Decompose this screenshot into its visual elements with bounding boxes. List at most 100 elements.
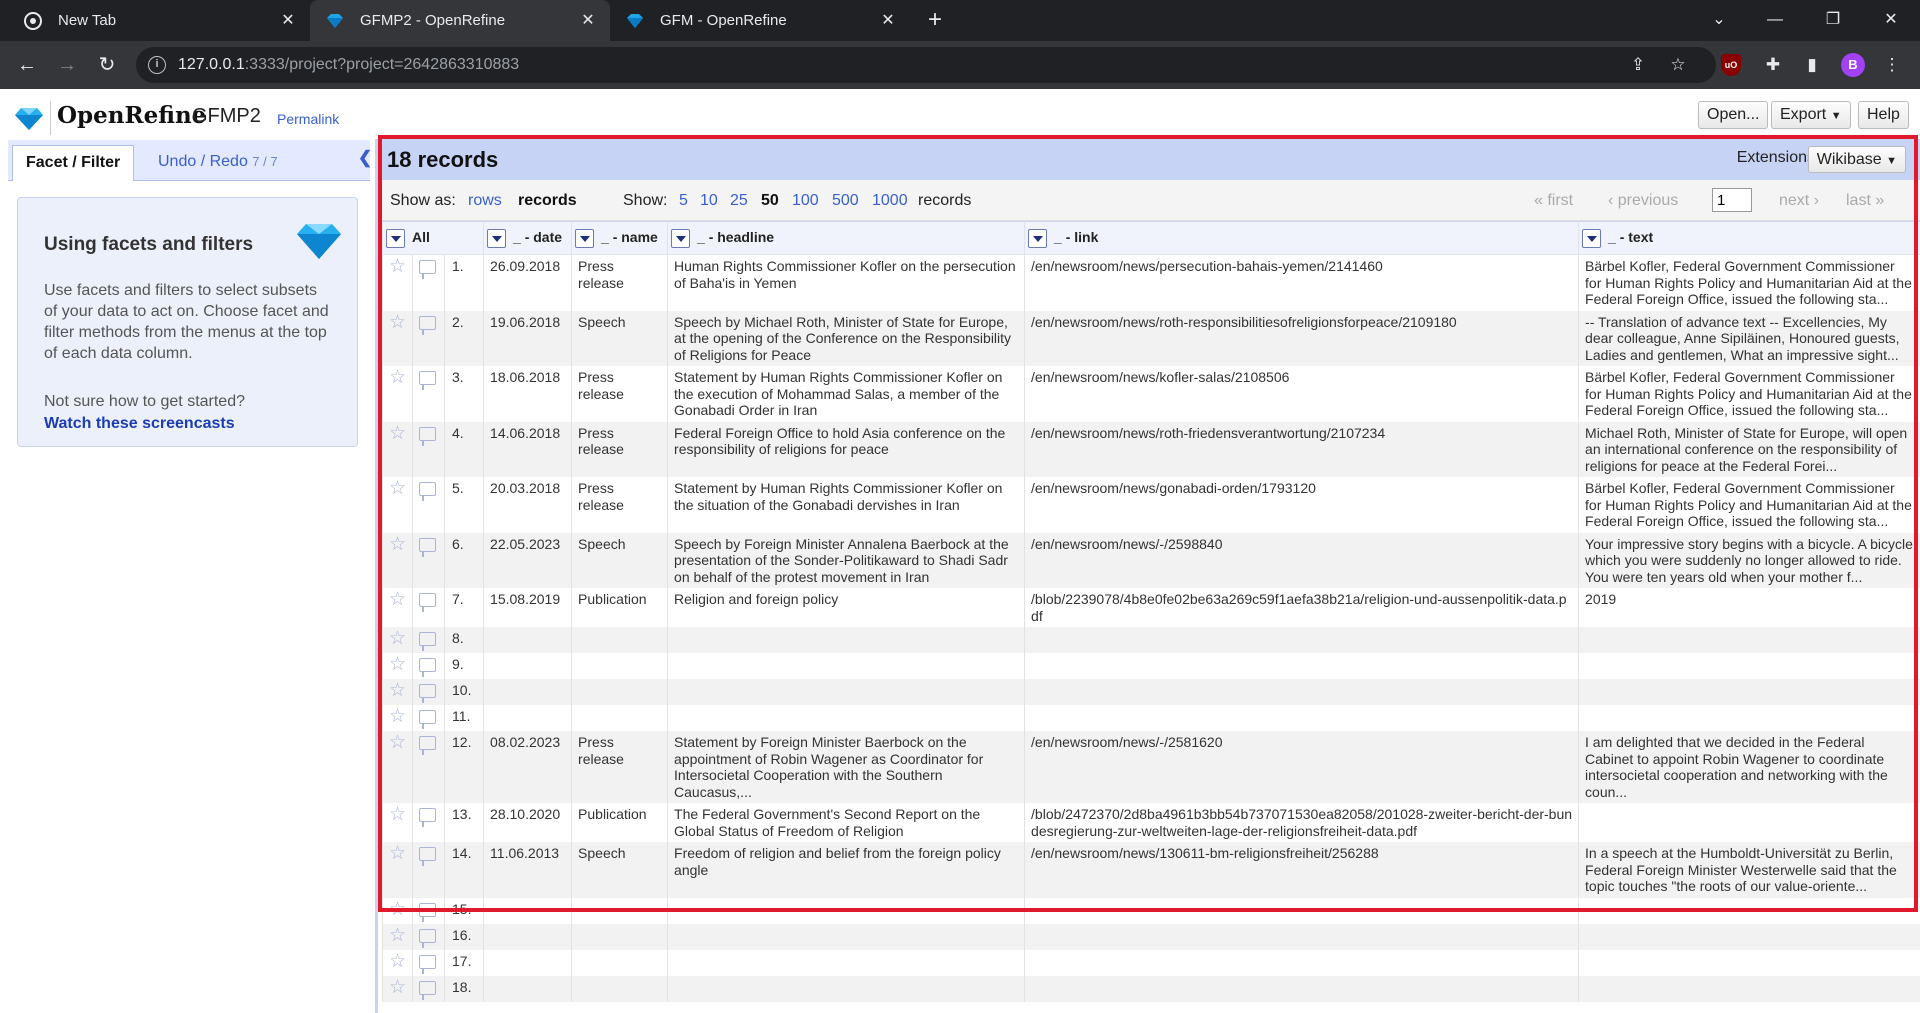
cell-text[interactable]: Michael Roth, Minister of State for Euro…: [1578, 421, 1920, 477]
new-tab-button[interactable]: +: [920, 6, 950, 36]
cell-date[interactable]: 19.06.2018: [483, 310, 573, 366]
star-icon[interactable]: ☆: [389, 843, 406, 864]
cell-date[interactable]: [483, 627, 573, 653]
close-window-icon[interactable]: ✕: [1862, 0, 1920, 41]
cell-date[interactable]: 26.09.2018: [483, 254, 573, 311]
star-icon[interactable]: ☆: [389, 706, 406, 727]
collapse-panel-icon[interactable]: ❮: [358, 148, 372, 168]
row-number[interactable]: 9.: [443, 653, 485, 679]
row-number[interactable]: 7.: [443, 588, 485, 627]
cell-text[interactable]: [1578, 923, 1920, 950]
cell-text[interactable]: [1578, 679, 1920, 705]
star-icon[interactable]: ☆: [389, 977, 406, 998]
cell-headline[interactable]: Federal Foreign Office to hold Asia conf…: [667, 421, 1026, 477]
cell-headline[interactable]: The Federal Government's Second Report o…: [667, 803, 1026, 842]
star-icon[interactable]: ☆: [389, 804, 406, 825]
row-number[interactable]: 13.: [443, 803, 485, 842]
star-icon[interactable]: ☆: [389, 899, 406, 920]
page-size-1000[interactable]: 1000: [872, 192, 908, 210]
kebab-menu-icon[interactable]: ⋮: [1880, 53, 1904, 77]
cell-date[interactable]: [483, 975, 573, 1002]
cell-headline[interactable]: Statement by Human Rights Commissioner K…: [667, 366, 1026, 422]
export-button[interactable]: Export ▼: [1771, 101, 1851, 129]
page-size-50[interactable]: 50: [761, 192, 779, 210]
page-size-100[interactable]: 100: [792, 192, 819, 210]
flag-icon[interactable]: [419, 537, 436, 557]
next-page-link[interactable]: next ›: [1779, 192, 1819, 210]
column-menu-dropdown-icon[interactable]: [671, 228, 691, 248]
column-header-name[interactable]: _ - name: [571, 221, 669, 255]
row-number[interactable]: 6.: [443, 532, 485, 588]
cell-name[interactable]: Speech: [571, 532, 669, 588]
cell-text[interactable]: Bärbel Kofler, Federal Government Commis…: [1578, 254, 1920, 311]
cell-date[interactable]: [483, 679, 573, 705]
column-header-headline[interactable]: _ - headline: [667, 221, 1026, 255]
flag-icon[interactable]: [419, 928, 436, 948]
forward-arrow-icon[interactable]: →: [52, 50, 82, 80]
cell-name[interactable]: Press release: [571, 421, 669, 477]
cell-headline[interactable]: [667, 705, 1026, 731]
flag-icon[interactable]: [419, 658, 436, 677]
flag-icon[interactable]: [419, 684, 436, 703]
cell-name[interactable]: [571, 949, 669, 976]
row-number[interactable]: 5.: [443, 477, 485, 533]
cell-headline[interactable]: [667, 627, 1026, 653]
cell-date[interactable]: 18.06.2018: [483, 366, 573, 422]
column-menu-dropdown-icon[interactable]: [575, 228, 595, 248]
page-number-input[interactable]: [1712, 188, 1752, 212]
cell-text[interactable]: [1578, 803, 1920, 842]
share-icon[interactable]: ⇪: [1626, 53, 1650, 77]
page-size-5[interactable]: 5: [679, 192, 688, 210]
row-number[interactable]: 12.: [443, 731, 485, 803]
cell-name[interactable]: Speech: [571, 310, 669, 366]
row-number[interactable]: 14.: [443, 842, 485, 898]
cell-text[interactable]: Bärbel Kofler, Federal Government Commis…: [1578, 366, 1920, 422]
cell-name[interactable]: [571, 897, 669, 924]
cell-text[interactable]: [1578, 975, 1920, 1002]
column-header-all[interactable]: All: [381, 221, 485, 255]
cell-date[interactable]: 15.08.2019: [483, 588, 573, 627]
cell-text[interactable]: -- Translation of advance text -- Excell…: [1578, 310, 1920, 366]
cell-headline[interactable]: Speech by Michael Roth, Minister of Stat…: [667, 310, 1026, 366]
flag-icon[interactable]: [419, 482, 436, 501]
extensions-puzzle-icon[interactable]: ✚: [1761, 53, 1785, 77]
panel-divider[interactable]: [375, 139, 378, 1013]
star-icon[interactable]: ☆: [389, 925, 406, 946]
star-icon[interactable]: ☆: [389, 478, 406, 499]
star-icon[interactable]: ☆: [389, 367, 406, 388]
row-number[interactable]: 8.: [443, 627, 485, 653]
row-number[interactable]: 18.: [443, 975, 485, 1002]
cell-link[interactable]: /en/newsroom/news/-/2581620: [1024, 731, 1580, 803]
cell-link[interactable]: /en/newsroom/news/-/2598840: [1024, 532, 1580, 588]
column-menu-dropdown-icon[interactable]: [1028, 228, 1048, 248]
row-number[interactable]: 15.: [443, 897, 485, 924]
flag-icon[interactable]: [419, 980, 436, 1000]
cell-text[interactable]: [1578, 705, 1920, 731]
flag-icon[interactable]: [419, 954, 436, 974]
profile-avatar[interactable]: B: [1841, 53, 1865, 77]
page-size-10[interactable]: 10: [700, 192, 718, 210]
cell-text[interactable]: I am delighted that we decided in the Fe…: [1578, 731, 1920, 803]
column-header-link[interactable]: _ - link: [1024, 221, 1580, 255]
cell-text[interactable]: [1578, 949, 1920, 976]
cell-name[interactable]: Press release: [571, 731, 669, 803]
show-as-records-link[interactable]: records: [518, 192, 577, 210]
cell-headline[interactable]: [667, 897, 1026, 924]
cell-name[interactable]: Press release: [571, 366, 669, 422]
cell-date[interactable]: 08.02.2023: [483, 731, 573, 803]
row-number[interactable]: 4.: [443, 421, 485, 477]
flag-icon[interactable]: [419, 426, 436, 446]
column-menu-dropdown-icon[interactable]: [1582, 228, 1602, 248]
cell-text[interactable]: 2019: [1578, 588, 1920, 627]
ublock-extension-icon[interactable]: uO: [1721, 54, 1741, 76]
flag-icon[interactable]: [419, 847, 436, 866]
minimize-icon[interactable]: —: [1746, 0, 1804, 41]
cell-text[interactable]: [1578, 627, 1920, 653]
flag-icon[interactable]: [419, 632, 436, 651]
flag-icon[interactable]: [419, 902, 436, 922]
side-panel-icon[interactable]: ▮: [1800, 53, 1824, 77]
cell-name[interactable]: Publication: [571, 803, 669, 842]
tab-gfm[interactable]: GFM - OpenRefine ✕: [610, 0, 910, 41]
close-icon[interactable]: ✕: [878, 11, 898, 31]
cell-name[interactable]: [571, 653, 669, 679]
